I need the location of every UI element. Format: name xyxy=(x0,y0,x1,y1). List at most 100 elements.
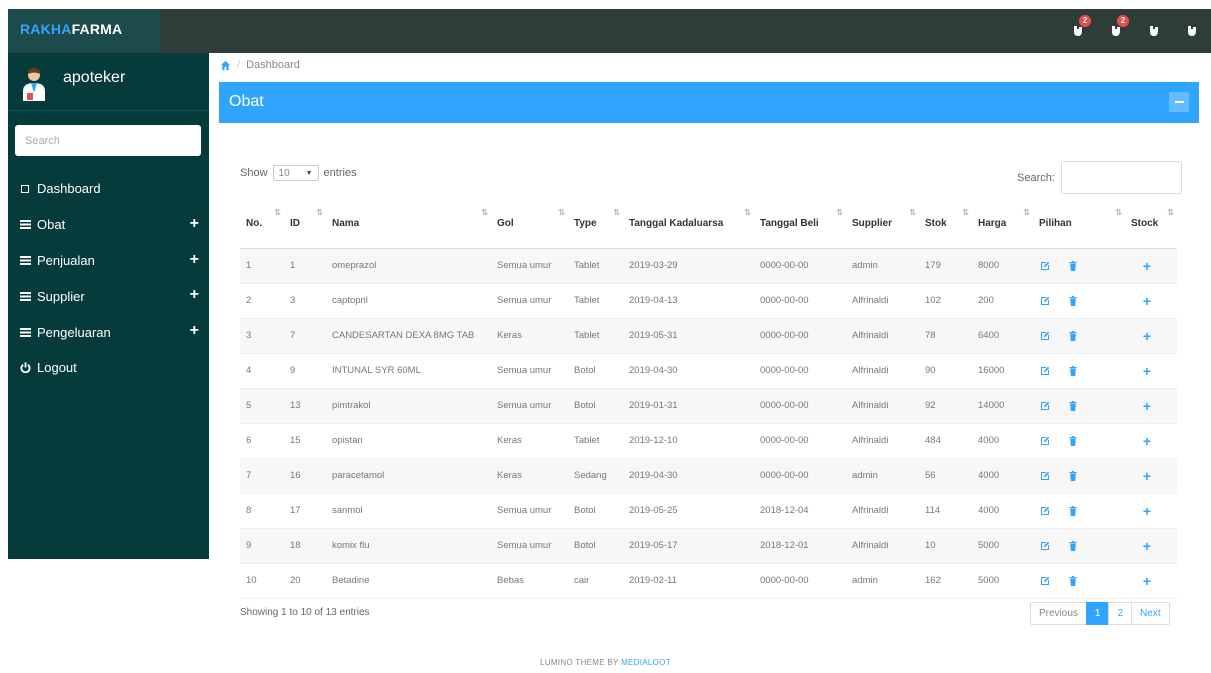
footer-link[interactable]: MEDIALOOT xyxy=(621,658,671,667)
table-cell: Botol xyxy=(568,493,623,529)
column-header-no[interactable]: No. ⇅ xyxy=(240,202,284,249)
table-cell: 17 xyxy=(284,493,326,529)
sidebar-item-obat[interactable]: Obat + xyxy=(8,207,209,243)
expand-plus-icon[interactable]: + xyxy=(190,323,199,339)
notification-icon[interactable] xyxy=(1143,21,1165,41)
add-stock-icon[interactable]: + xyxy=(1141,433,1153,449)
table-cell: 3 xyxy=(240,318,284,354)
table-cell: Alfrinaldi xyxy=(846,528,919,564)
edit-icon[interactable] xyxy=(1039,330,1051,342)
column-header-pilihan[interactable]: Pilihan ⇅ xyxy=(1033,202,1125,249)
table-cell: 6400 xyxy=(972,318,1033,354)
trash-icon[interactable] xyxy=(1067,470,1079,482)
add-stock-icon[interactable]: + xyxy=(1141,398,1153,414)
column-header-id[interactable]: ID ⇅ xyxy=(284,202,326,249)
column-header-stok[interactable]: Stok ⇅ xyxy=(919,202,972,249)
pagination-page[interactable]: 2 xyxy=(1108,602,1133,625)
column-header-harga[interactable]: Harga ⇅ xyxy=(972,202,1033,249)
add-stock-icon[interactable]: + xyxy=(1141,293,1153,309)
table-cell-stock: + xyxy=(1125,353,1177,389)
column-header-stock[interactable]: Stock ⇅ xyxy=(1125,202,1177,249)
table-cell: admin xyxy=(846,248,919,284)
edit-icon[interactable] xyxy=(1039,540,1051,552)
sidebar-item-dashboard[interactable]: Dashboard xyxy=(8,171,209,207)
table-cell: 0000-00-00 xyxy=(754,388,846,424)
sort-icon: ⇅ xyxy=(836,208,843,217)
column-header-gol[interactable]: Gol ⇅ xyxy=(491,202,568,249)
table-cell: omeprazol xyxy=(326,248,491,284)
sidebar-search-input[interactable] xyxy=(15,125,201,156)
sidebar-item-logout[interactable]: Logout xyxy=(8,350,209,386)
column-header-supplier[interactable]: Supplier ⇅ xyxy=(846,202,919,249)
table-cell: Tablet xyxy=(568,283,623,319)
add-stock-icon[interactable]: + xyxy=(1141,573,1153,589)
trash-icon[interactable] xyxy=(1067,365,1079,377)
edit-icon[interactable] xyxy=(1039,435,1051,447)
table-cell: 4000 xyxy=(972,423,1033,459)
notification-icon[interactable]: 2 xyxy=(1067,15,1091,41)
trash-icon[interactable] xyxy=(1067,575,1079,587)
edit-icon[interactable] xyxy=(1039,470,1051,482)
table-cell: Alfrinaldi xyxy=(846,283,919,319)
trash-icon[interactable] xyxy=(1067,540,1079,552)
trash-icon[interactable] xyxy=(1067,330,1079,342)
table-cell: 4000 xyxy=(972,493,1033,529)
navbar-icons: 22 xyxy=(1067,15,1203,41)
table-row: 6 15 opistan Keras Tablet 2019-12-10 0000-00-0… xyxy=(240,423,1177,459)
trash-icon[interactable] xyxy=(1067,260,1079,272)
table-cell: Botol xyxy=(568,388,623,424)
table-cell: Alfrinaldi xyxy=(846,423,919,459)
table-cell: 4000 xyxy=(972,458,1033,494)
table-search-input[interactable] xyxy=(1060,161,1182,194)
edit-icon[interactable] xyxy=(1039,365,1051,377)
collapse-icon[interactable] xyxy=(1169,92,1189,112)
column-header-tanggal-kadaluarsa[interactable]: Tanggal Kadaluarsa ⇅ xyxy=(623,202,754,249)
edit-icon[interactable] xyxy=(1039,575,1051,587)
edit-icon[interactable] xyxy=(1039,295,1051,307)
trash-icon[interactable] xyxy=(1067,295,1079,307)
table-cell: Semua umur xyxy=(491,248,568,284)
add-stock-icon[interactable]: + xyxy=(1141,538,1153,554)
notification-badge: 2 xyxy=(1117,15,1129,27)
add-stock-icon[interactable]: + xyxy=(1141,503,1153,519)
expand-plus-icon[interactable]: + xyxy=(190,215,199,232)
table-cell: Semua umur xyxy=(491,283,568,319)
sidebar-item-pengeluaran[interactable]: Pengeluaran + xyxy=(8,314,209,350)
table-cell-stock: + xyxy=(1125,493,1177,529)
obat-table: No. ⇅ ID ⇅ Nama ⇅ Gol ⇅ Type ⇅ Tanggal Kadaluarsa ⇅… xyxy=(240,202,1177,599)
table-cell: captopril xyxy=(326,283,491,319)
table-cell: 8 xyxy=(240,493,284,529)
edit-icon[interactable] xyxy=(1039,400,1051,412)
expand-plus-icon[interactable]: + xyxy=(190,251,199,268)
trash-icon[interactable] xyxy=(1067,435,1079,447)
column-header-nama[interactable]: Nama ⇅ xyxy=(326,202,491,249)
notification-icon[interactable]: 2 xyxy=(1105,15,1129,41)
bars-icon xyxy=(18,327,32,337)
pagination-next[interactable]: Next xyxy=(1131,602,1170,625)
home-icon[interactable] xyxy=(220,60,231,71)
entries-select[interactable]: 10 ▼ xyxy=(272,165,319,181)
add-stock-icon[interactable]: + xyxy=(1141,363,1153,379)
add-stock-icon[interactable]: + xyxy=(1141,468,1153,484)
trash-icon[interactable] xyxy=(1067,505,1079,517)
edit-icon[interactable] xyxy=(1039,260,1051,272)
column-header-label: Stock xyxy=(1131,218,1159,229)
pagination-page[interactable]: 1 xyxy=(1085,602,1110,625)
table-cell-actions xyxy=(1033,318,1125,354)
sidebar-item-penjualan[interactable]: Penjualan + xyxy=(8,243,209,279)
column-header-type[interactable]: Type ⇅ xyxy=(568,202,623,249)
add-stock-icon[interactable]: + xyxy=(1141,258,1153,274)
column-header-tanggal-beli[interactable]: Tanggal Beli ⇅ xyxy=(754,202,846,249)
trash-icon[interactable] xyxy=(1067,400,1079,412)
pagination-previous[interactable]: Previous xyxy=(1030,602,1087,625)
expand-plus-icon[interactable]: + xyxy=(190,287,199,303)
notification-icon[interactable] xyxy=(1181,21,1203,41)
table-cell: 0000-00-00 xyxy=(754,283,846,319)
table-cell: 2019-01-31 xyxy=(623,388,754,424)
table-cell: Botol xyxy=(568,528,623,564)
edit-icon[interactable] xyxy=(1039,505,1051,517)
brand-logo[interactable]: RAKHAFARMA xyxy=(8,9,160,53)
table-cell: 200 xyxy=(972,283,1033,319)
add-stock-icon[interactable]: + xyxy=(1141,328,1153,344)
sidebar-item-supplier[interactable]: Supplier + xyxy=(8,278,209,314)
